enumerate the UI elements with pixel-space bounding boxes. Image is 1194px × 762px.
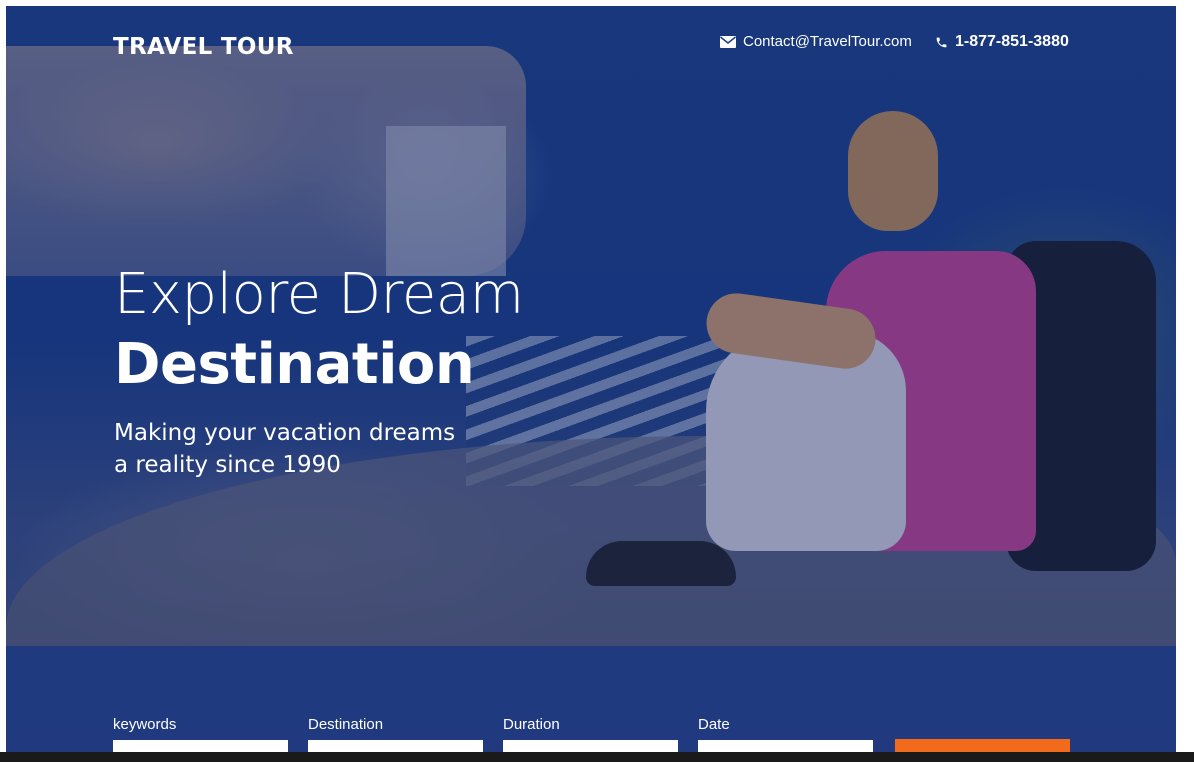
contact-phone[interactable]: 1-877-851-3880 (935, 33, 1069, 51)
date-label: Date (698, 716, 730, 733)
destination-label: Destination (308, 716, 384, 733)
site-logo[interactable]: TRAVEL TOUR (113, 34, 294, 60)
phone-icon (935, 36, 948, 49)
contact-email-text: Contact@TravelTour.com (743, 33, 912, 50)
keywords-label: keywords (113, 716, 177, 733)
hero-tagline: Making your vacation dreams a reality si… (114, 417, 455, 481)
envelope-icon (720, 35, 736, 48)
contact-phone-text: 1-877-851-3880 (955, 33, 1069, 50)
tagline-line1: Making your vacation dreams (114, 420, 456, 446)
hero-title-line1: Explore Dream (114, 262, 524, 327)
hero-title-line2: Destination (114, 332, 475, 397)
tagline-line2: a reality since 1990 (114, 452, 341, 478)
bottom-strip (0, 752, 1194, 762)
contact-email[interactable]: Contact@TravelTour.com (720, 33, 912, 50)
duration-label: Duration (503, 716, 560, 733)
page-edge (1176, 6, 1194, 752)
